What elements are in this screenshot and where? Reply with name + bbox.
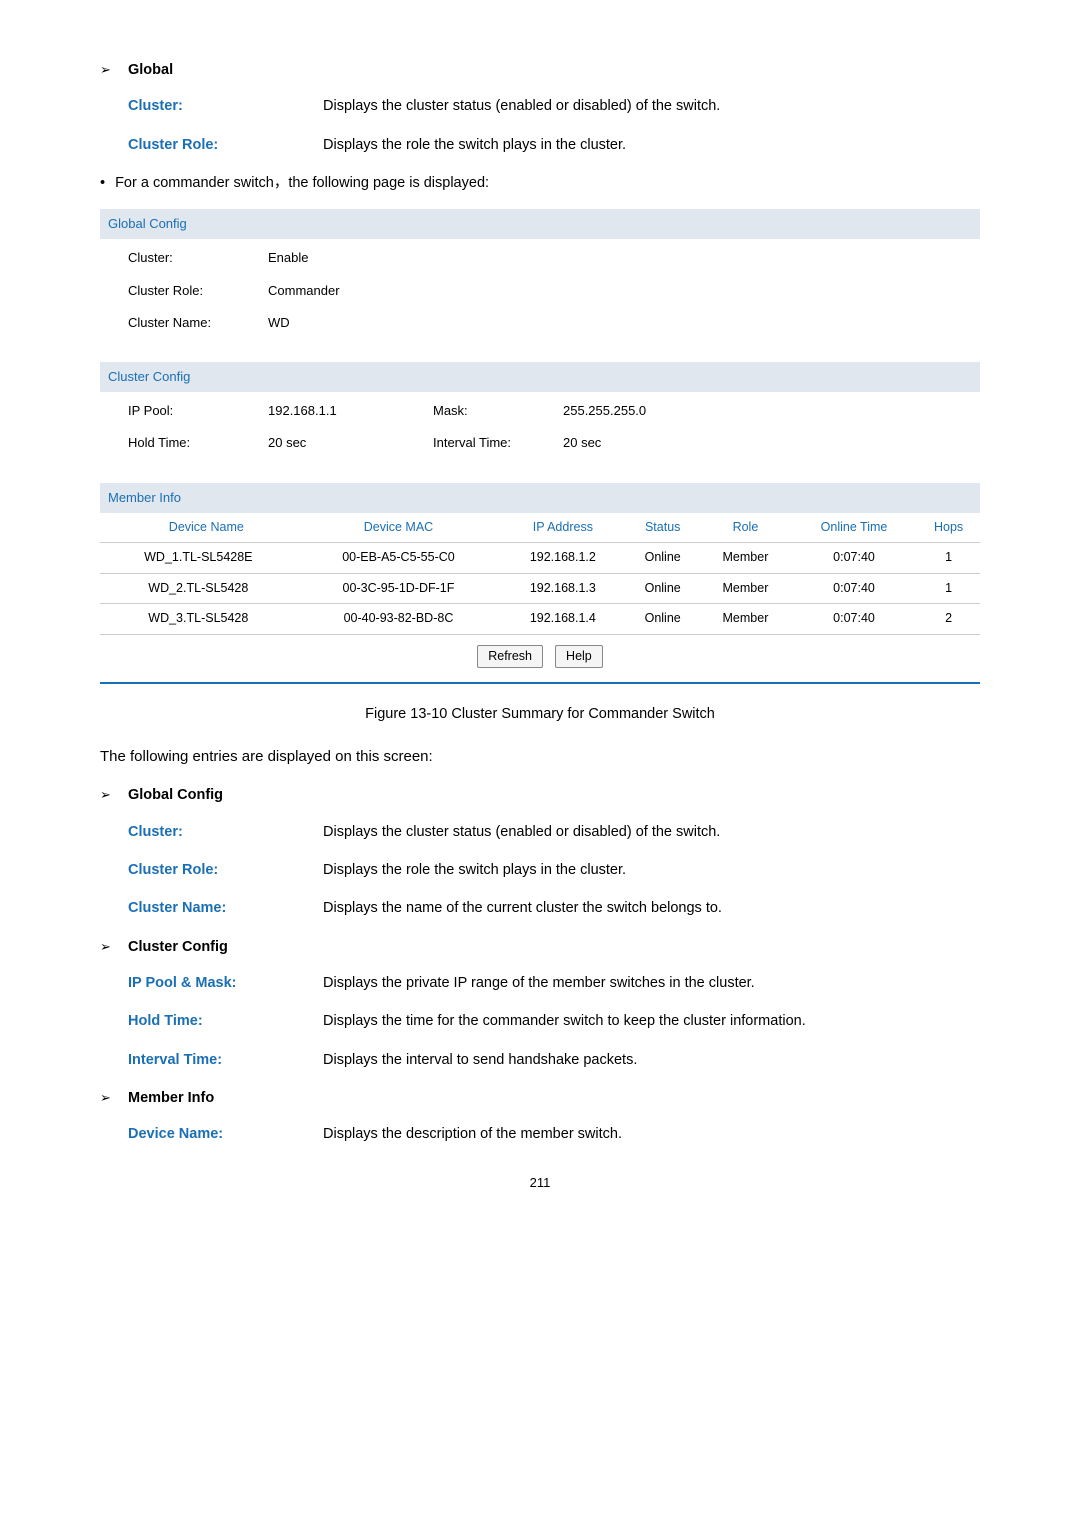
- mi-device-name-term: Device Name:: [128, 1124, 323, 1144]
- table-cell: WD_1.TL-SL5428E: [100, 543, 297, 574]
- global-heading: Global: [128, 60, 173, 80]
- arrow-bullet-icon: ➢: [100, 786, 128, 804]
- th-online-time: Online Time: [791, 513, 917, 543]
- table-cell: 192.168.1.2: [500, 543, 625, 574]
- table-row: WD_1.TL-SL5428E00-EB-A5-C5-55-C0192.168.…: [100, 543, 980, 574]
- ss-cluster-role-value: Commander: [268, 282, 433, 300]
- page-number: 211: [100, 1174, 980, 1192]
- ss-cluster-value: Enable: [268, 249, 433, 267]
- ss-cluster-name-label: Cluster Name:: [128, 314, 268, 332]
- arrow-bullet-icon: ➢: [100, 61, 128, 79]
- cluster-term: Cluster:: [128, 96, 323, 116]
- refresh-button[interactable]: Refresh: [477, 645, 543, 669]
- th-status: Status: [625, 513, 700, 543]
- separator-line: [100, 682, 980, 684]
- ss-ip-pool-value: 192.168.1.1: [268, 402, 433, 420]
- table-cell: 0:07:40: [791, 543, 917, 574]
- table-cell: Member: [700, 573, 791, 604]
- arrow-bullet-icon: ➢: [100, 938, 128, 956]
- global-config-heading: Global Config: [128, 785, 223, 805]
- table-cell: 00-EB-A5-C5-55-C0: [297, 543, 501, 574]
- table-cell: 192.168.1.4: [500, 604, 625, 635]
- table-cell: 1: [917, 573, 980, 604]
- ss-hold-time-value: 20 sec: [268, 434, 433, 452]
- ss-cluster-name-value: WD: [268, 314, 433, 332]
- cc-hold-time-term: Hold Time:: [128, 1011, 323, 1031]
- table-cell: 192.168.1.3: [500, 573, 625, 604]
- cc-interval-time-term: Interval Time:: [128, 1050, 323, 1070]
- gc-cluster-name-term: Cluster Name:: [128, 898, 323, 918]
- table-row: WD_3.TL-SL542800-40-93-82-BD-8C192.168.1…: [100, 604, 980, 635]
- table-cell: Online: [625, 573, 700, 604]
- ss-cluster-label: Cluster:: [128, 249, 268, 267]
- gc-cluster-desc: Displays the cluster status (enabled or …: [323, 822, 980, 842]
- member-info-table: Device Name Device MAC IP Address Status…: [100, 513, 980, 635]
- table-cell: 0:07:40: [791, 573, 917, 604]
- cc-interval-time-desc: Displays the interval to send handshake …: [323, 1050, 980, 1070]
- global-config-header: Global Config: [100, 209, 980, 239]
- commander-intro-line: For a commander switch，the following pag…: [100, 173, 980, 193]
- ss-cluster-role-label: Cluster Role:: [128, 282, 268, 300]
- cluster-summary-screenshot: Global Config Cluster: Enable Cluster Ro…: [100, 209, 980, 672]
- ss-interval-time-label: Interval Time:: [433, 434, 563, 452]
- entries-intro: The following entries are displayed on t…: [100, 746, 980, 767]
- ss-mask-value: 255.255.255.0: [563, 402, 683, 420]
- cc-ip-pool-term: IP Pool & Mask:: [128, 973, 323, 993]
- member-info-header: Member Info: [100, 483, 980, 513]
- help-button[interactable]: Help: [555, 645, 603, 669]
- th-device-mac: Device MAC: [297, 513, 501, 543]
- th-role: Role: [700, 513, 791, 543]
- gc-cluster-role-term: Cluster Role:: [128, 860, 323, 880]
- ss-interval-time-value: 20 sec: [563, 434, 683, 452]
- figure-caption: Figure 13-10 Cluster Summary for Command…: [100, 704, 980, 724]
- ss-hold-time-label: Hold Time:: [128, 434, 268, 452]
- table-row: WD_2.TL-SL542800-3C-95-1D-DF-1F192.168.1…: [100, 573, 980, 604]
- cluster-role-desc: Displays the role the switch plays in th…: [323, 135, 980, 155]
- table-cell: Online: [625, 543, 700, 574]
- table-cell: WD_2.TL-SL5428: [100, 573, 297, 604]
- table-cell: Member: [700, 543, 791, 574]
- th-ip-address: IP Address: [500, 513, 625, 543]
- cluster-role-term: Cluster Role:: [128, 135, 323, 155]
- cc-ip-pool-desc: Displays the private IP range of the mem…: [323, 973, 980, 993]
- table-cell: 1: [917, 543, 980, 574]
- ss-ip-pool-label: IP Pool:: [128, 402, 268, 420]
- ss-mask-label: Mask:: [433, 402, 563, 420]
- table-cell: 00-3C-95-1D-DF-1F: [297, 573, 501, 604]
- cluster-config-heading: Cluster Config: [128, 937, 228, 957]
- cluster-desc: Displays the cluster status (enabled or …: [323, 96, 980, 116]
- cc-hold-time-desc: Displays the time for the commander swit…: [323, 1011, 980, 1031]
- th-device-name: Device Name: [100, 513, 297, 543]
- gc-cluster-role-desc: Displays the role the switch plays in th…: [323, 860, 980, 880]
- table-cell: Member: [700, 604, 791, 635]
- arrow-bullet-icon: ➢: [100, 1089, 128, 1107]
- table-cell: Online: [625, 604, 700, 635]
- mi-device-name-desc: Displays the description of the member s…: [323, 1124, 980, 1144]
- table-cell: WD_3.TL-SL5428: [100, 604, 297, 635]
- th-hops: Hops: [917, 513, 980, 543]
- table-cell: 2: [917, 604, 980, 635]
- gc-cluster-term: Cluster:: [128, 822, 323, 842]
- gc-cluster-name-desc: Displays the name of the current cluster…: [323, 898, 980, 918]
- cluster-config-header: Cluster Config: [100, 362, 980, 392]
- table-cell: 0:07:40: [791, 604, 917, 635]
- member-info-heading: Member Info: [128, 1088, 214, 1108]
- table-cell: 00-40-93-82-BD-8C: [297, 604, 501, 635]
